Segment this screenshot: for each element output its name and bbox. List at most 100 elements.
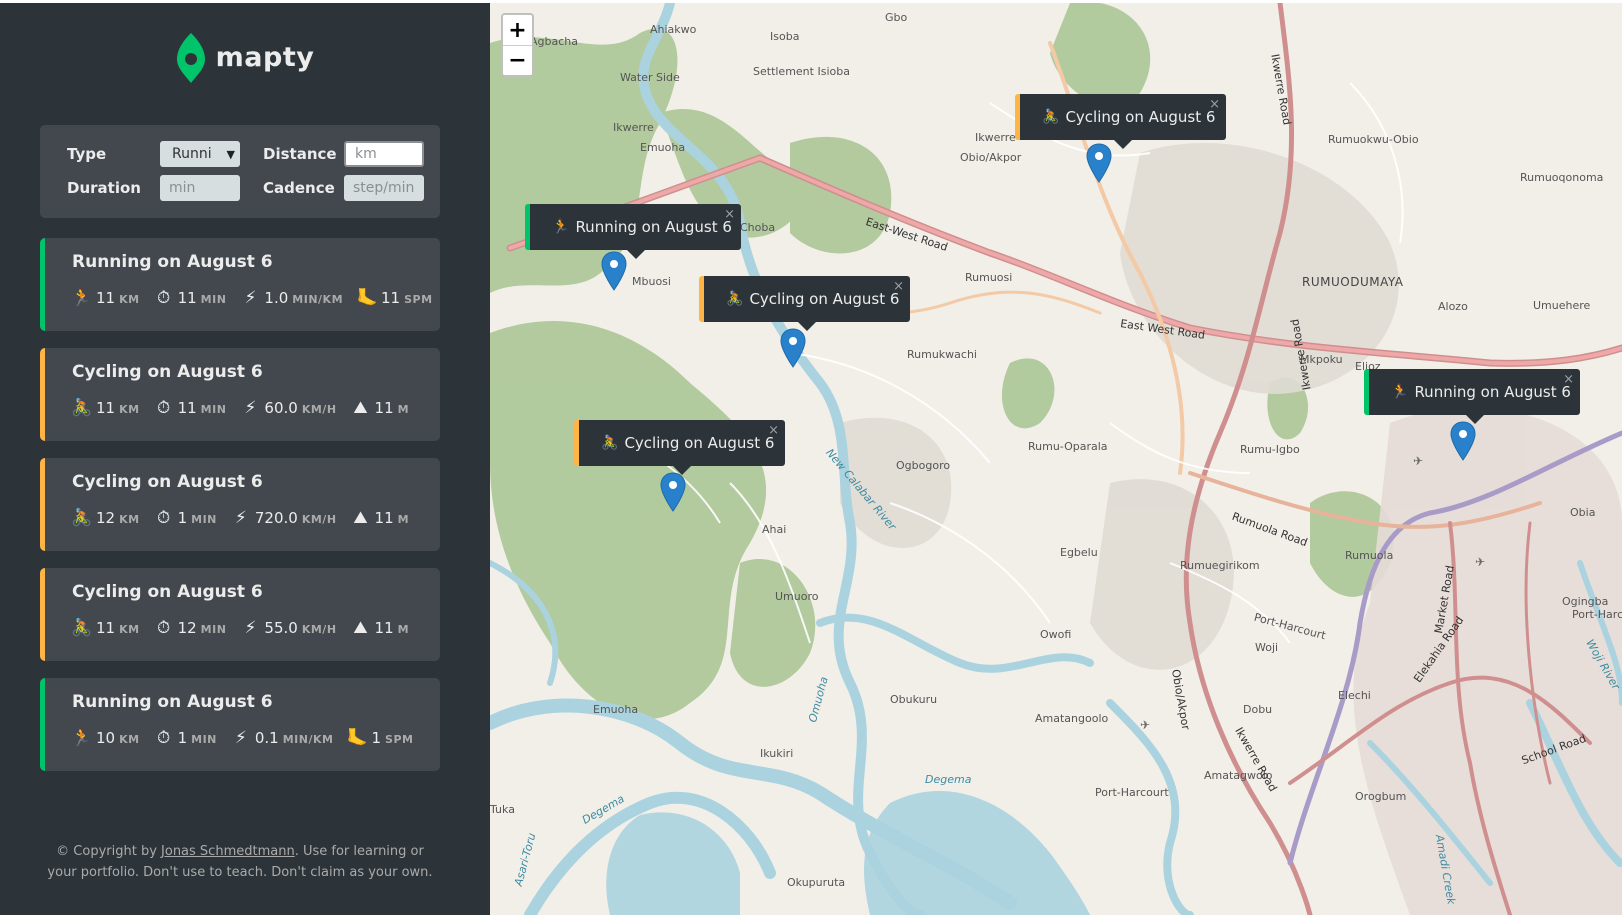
workout-unit: km/h	[301, 513, 337, 526]
workout-popup[interactable]: 🚴 Cycling on August 6 ×	[699, 276, 910, 331]
logo: mapty	[0, 30, 490, 85]
workout-elevation: ⛰ 11 m	[351, 508, 410, 528]
workout-list: Running on August 6 🏃 11 km ⏱ 11 min ⚡ 1.0 min…	[40, 238, 440, 788]
workout-elevation: ⛰ 11 m	[351, 398, 410, 418]
workout-unit: m	[397, 623, 410, 636]
close-icon[interactable]: ×	[1209, 97, 1220, 112]
workout-value: 11	[374, 509, 394, 527]
cadence-input[interactable]: step/min	[344, 175, 424, 201]
workout-details: 🚴 12 km ⏱ 1 min ⚡ 720.0 km/h ⛰ 11 m	[71, 508, 440, 528]
map-label: Agbacha	[530, 35, 578, 48]
map-label: Rumukwachi	[907, 348, 977, 361]
distance-label: Distance	[263, 145, 337, 163]
svg-text:✈: ✈	[1140, 718, 1150, 732]
map-label: Okupuruta	[787, 876, 846, 889]
map-label: RUMUODUMAYA	[1302, 275, 1404, 289]
lightning-icon: ⚡	[234, 508, 247, 528]
map-label: Ikukiri	[760, 747, 794, 760]
cycling-icon: 🚴	[601, 435, 619, 451]
workout-title: Running on August 6	[72, 692, 273, 712]
workout-unit: km	[119, 513, 140, 526]
workout-value: 720.0	[254, 509, 298, 527]
close-icon[interactable]: ×	[1563, 372, 1574, 387]
workout-speed: ⚡ 55.0 km/h	[240, 618, 336, 638]
foot-icon: 🦶	[356, 288, 378, 308]
workout-card[interactable]: Running on August 6 🏃 10 km ⏱ 1 min ⚡ 0.1 min/…	[40, 678, 440, 771]
workout-value: 12	[177, 619, 197, 637]
foot-icon: 🦶	[346, 728, 369, 748]
workout-card[interactable]: Cycling on August 6 🚴 12 km ⏱ 1 min ⚡ 720.0 km…	[40, 458, 440, 551]
zoom-out-button[interactable]: −	[503, 45, 532, 75]
type-select[interactable]: Runni ▼	[160, 141, 240, 167]
map-label: Obukuru	[890, 693, 938, 706]
map-label: Port-Harcourt	[1095, 786, 1169, 799]
workout-value: 1	[177, 729, 188, 747]
workout-card[interactable]: Cycling on August 6 🚴 11 km ⏱ 11 min ⚡ 60.0 km…	[40, 348, 440, 441]
cycling-icon: 🚴	[71, 398, 93, 418]
workout-card[interactable]: Cycling on August 6 🚴 11 km ⏱ 12 min ⚡ 55.0 km…	[40, 568, 440, 661]
workout-distance: 🚴 11 km	[71, 398, 140, 418]
workout-value: 11	[96, 289, 116, 307]
map-marker[interactable]	[780, 328, 806, 368]
workout-details: 🚴 11 km ⏱ 11 min ⚡ 60.0 km/h ⛰ 11 m	[71, 398, 440, 418]
popup-label: Cycling on August 6	[624, 434, 775, 452]
map-label: Alozo	[1438, 300, 1468, 313]
map-marker[interactable]	[1086, 143, 1112, 183]
map-label: Isoba	[770, 30, 800, 43]
map-label: Choba	[740, 221, 776, 234]
workout-duration: ⏱ 11 min	[154, 398, 227, 418]
map-label: Rumu-Oparala	[1028, 440, 1108, 453]
workout-details: 🏃 11 km ⏱ 11 min ⚡ 1.0 min/km 🦶 11 spm	[71, 288, 440, 308]
zoom-in-button[interactable]: +	[503, 15, 532, 45]
map-marker[interactable]	[601, 251, 627, 291]
cycling-icon: 🚴	[726, 291, 744, 307]
workout-value: 11	[96, 399, 116, 417]
workout-card[interactable]: Running on August 6 🏃 11 km ⏱ 11 min ⚡ 1.0 min…	[40, 238, 440, 331]
close-icon[interactable]: ×	[768, 423, 779, 438]
close-icon[interactable]: ×	[893, 279, 904, 294]
workout-popup[interactable]: 🏃 Running on August 6 ×	[1364, 369, 1580, 424]
cadence-label: Cadence	[263, 179, 335, 197]
workout-popup[interactable]: 🚴 Cycling on August 6 ×	[574, 420, 785, 475]
popup-label: Cycling on August 6	[1065, 108, 1216, 126]
map-label: Gbo	[885, 11, 908, 24]
workout-unit: km	[119, 293, 140, 306]
map-label: Dobu	[1243, 703, 1273, 716]
map-label: Amatangoolo	[1035, 712, 1109, 725]
workout-unit: km	[119, 733, 140, 746]
lightning-icon: ⚡	[244, 618, 257, 638]
popup-label: Running on August 6	[575, 218, 732, 236]
workout-popup[interactable]: 🚴 Cycling on August 6 ×	[1015, 94, 1226, 149]
stopwatch-icon: ⏱	[156, 728, 171, 748]
running-icon: 🏃	[1391, 384, 1409, 400]
map-label: Ogbogoro	[896, 459, 951, 472]
running-icon: 🏃	[552, 219, 570, 235]
map-label: Degema	[925, 773, 972, 786]
mountain-icon: ⛰	[353, 618, 368, 638]
distance-input[interactable]: km	[344, 141, 424, 167]
map-label: Rumuokwu-Obio	[1328, 133, 1419, 146]
map-marker[interactable]	[1450, 421, 1476, 461]
workout-duration: ⏱ 11 min	[154, 288, 227, 308]
duration-input[interactable]: min	[160, 175, 240, 201]
map-label: Ahai	[762, 523, 787, 536]
workout-value: 0.1	[254, 729, 279, 747]
workout-unit: min	[191, 513, 217, 526]
workout-value: 12	[96, 509, 116, 527]
map-label: Water Side	[620, 71, 680, 84]
workout-popup[interactable]: 🏃 Running on August 6 ×	[525, 204, 741, 259]
map-label: Ahiakwo	[650, 23, 697, 36]
workout-pace: ⚡ 0.1 min/km	[231, 728, 334, 748]
map[interactable]: ✈ ✈ ✈ Gbo Isoba Ahiakwo Agbacha Water Si…	[490, 3, 1622, 915]
author-link[interactable]: Jonas Schmedtmann	[161, 844, 295, 859]
map-marker[interactable]	[660, 472, 686, 512]
map-label: Rumuola	[1345, 549, 1394, 562]
workout-unit: spm	[385, 733, 414, 746]
logo-text: mapty	[215, 42, 315, 73]
workout-duration: ⏱ 12 min	[154, 618, 227, 638]
map-label: Mbuosi	[632, 275, 671, 288]
close-icon[interactable]: ×	[724, 207, 735, 222]
map-label: Tuka	[490, 803, 515, 816]
stopwatch-icon: ⏱	[156, 288, 171, 308]
workout-distance: 🏃 11 km	[71, 288, 140, 308]
